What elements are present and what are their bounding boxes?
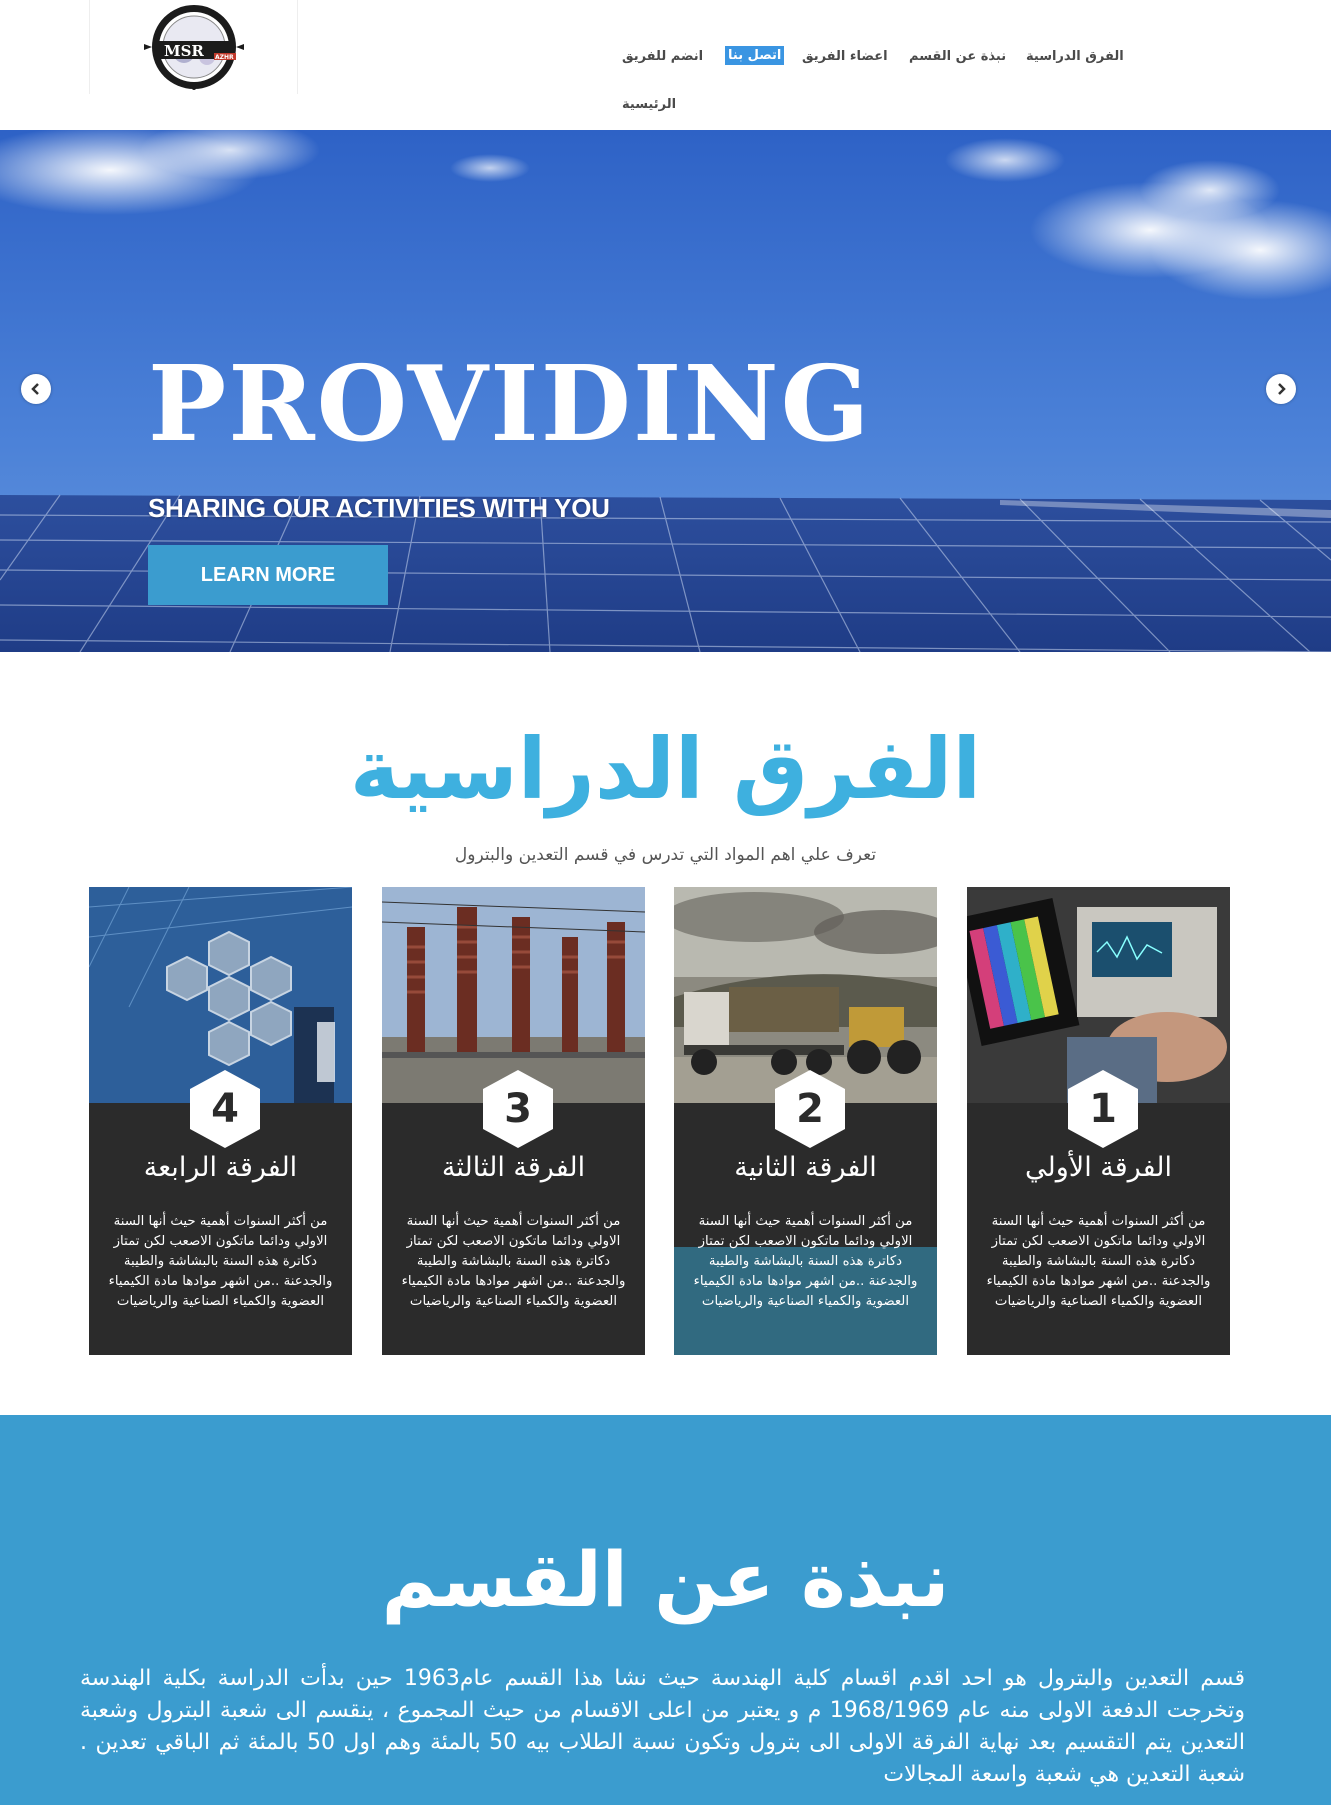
year-card-4[interactable]: 4 الفرقة الرابعة من أكثر السنوات أهمية ح… (89, 887, 352, 1355)
site-header: MSR AZHR الفرق الدراسية نبذة عن القسم اع… (0, 0, 1331, 130)
hero-slider: PROVIDING SHARING OUR ACTIVITIES WITH YO… (0, 130, 1331, 652)
chevron-right-icon (1278, 383, 1286, 395)
hero-subtitle: SHARING OUR ACTIVITIES WITH YOU (148, 493, 610, 523)
chevron-left-icon (31, 383, 39, 395)
nav-item-study-years[interactable]: الفرق الدراسية (1026, 49, 1124, 64)
year-card-1[interactable]: 1 الفرقة الأولي من أكثر السنوات أهمية حي… (967, 887, 1230, 1355)
study-years-subtitle: تعرف علي اهم المواد التي تدرس في قسم الت… (454, 845, 877, 865)
year-number-badge: 3 (483, 1070, 553, 1148)
logo-sub-text: AZHR (215, 54, 234, 61)
year-card-text: من أكثر السنوات أهمية حيث أنها السنة الا… (401, 1214, 626, 1309)
slider-next-button[interactable] (1266, 374, 1296, 404)
year-number: 1 (1089, 1086, 1117, 1132)
about-text: قسم التعدين والبترول هو احد اقدم اقسام ك… (80, 1666, 1245, 1787)
year-card-text: من أكثر السنوات أهمية حيث أنها السنة الا… (693, 1214, 918, 1309)
logo-container[interactable]: MSR AZHR (89, 0, 298, 94)
site-logo: MSR AZHR (143, 5, 244, 90)
year-card-title: الفرقة الأولي (1025, 1152, 1172, 1183)
year-card-3[interactable]: 3 الفرقة الثالثة من أكثر السنوات أهمية ح… (382, 887, 645, 1355)
year-card-title: الفرقة الثالثة (441, 1152, 586, 1183)
year-number-badge: 1 (1068, 1070, 1138, 1148)
study-years-title: الفرق الدراسية (349, 720, 982, 818)
nav-item-about[interactable]: نبذة عن القسم (909, 49, 1006, 64)
year-number: 2 (796, 1086, 824, 1132)
main-nav: الفرق الدراسية نبذة عن القسم اعضاء الفري… (431, 0, 1331, 130)
slider-prev-button[interactable] (21, 374, 51, 404)
nav-item-home[interactable]: الرئيسية (622, 97, 676, 112)
year-number-badge: 2 (775, 1070, 845, 1148)
year-number: 3 (504, 1086, 532, 1132)
about-section: نبذة عن القسم قسم التعدين والبترول هو اح… (0, 1415, 1331, 1805)
year-card-2[interactable]: 2 الفرقة الثانية من أكثر السنوات أهمية ح… (674, 887, 937, 1355)
year-card-title: الفرقة الرابعة (143, 1152, 298, 1183)
learn-more-button[interactable]: LEARN MORE (148, 545, 388, 605)
nav-item-contact[interactable]: اتصل بنا (725, 46, 785, 65)
year-number: 4 (211, 1086, 239, 1132)
year-card-text: من أكثر السنوات أهمية حيث أنها السنة الا… (986, 1214, 1211, 1309)
hero-title: PROVIDING (148, 342, 872, 465)
logo-main-text: MSR (164, 42, 204, 60)
about-title: نبذة عن القسم (381, 1535, 950, 1624)
year-number-badge: 4 (190, 1070, 260, 1148)
nav-item-join-team[interactable]: انضم للفريق (622, 49, 703, 64)
year-card-title: الفرقة الثانية (734, 1152, 877, 1183)
year-card-text: من أكثر السنوات أهمية حيث أنها السنة الا… (108, 1214, 333, 1309)
nav-item-team-members[interactable]: اعضاء الفريق (802, 49, 888, 64)
